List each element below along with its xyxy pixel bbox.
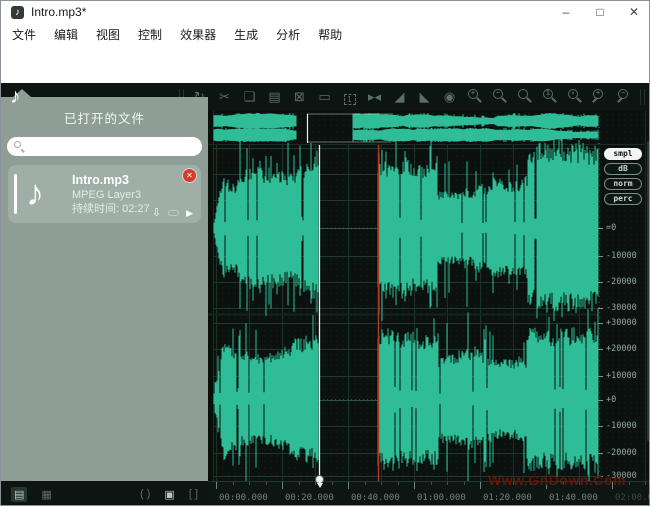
- ruler-label: 01:00.000: [417, 493, 466, 503]
- waveform-panel: smpl dB norm perc =0 -10000 -20000 -30000 +3000…: [208, 111, 650, 506]
- file-play-button[interactable]: ▶: [186, 208, 193, 219]
- vertical-zoom-out-icon[interactable]: −: [612, 89, 637, 105]
- axis-tick: [598, 256, 603, 257]
- zoom-original-icon[interactable]: 1: [537, 89, 562, 105]
- axis-tick: [598, 349, 603, 350]
- file-save-icon[interactable]: ⇩: [152, 207, 161, 219]
- ruler-label: 01:40.000: [549, 493, 598, 503]
- scale-button-norm[interactable]: norm: [604, 178, 642, 190]
- app-note-icon: ♪: [11, 6, 24, 19]
- axis-label: +10000: [606, 371, 637, 381]
- ruler-tick: [282, 482, 283, 489]
- axis-tick: [598, 453, 603, 454]
- file-name: Intro.mp3: [72, 173, 193, 188]
- axis-label: +20000: [606, 344, 637, 354]
- axis-tick: [598, 426, 603, 427]
- ruler-tick: [216, 482, 217, 489]
- file-list-view-icon[interactable]: ▤: [11, 487, 27, 502]
- menu-bar: 文件编辑视图控制效果器生成分析帮助: [1, 23, 650, 45]
- window-title: Intro.mp3*: [31, 5, 86, 19]
- transport-toolbar: 44.1 kHz stereo -0000:00:54.460 ◄◄►►↺↻●→…: [1, 45, 650, 83]
- overview-panel-icon[interactable]: ▣: [164, 488, 174, 501]
- vertical-scrollbar[interactable]: [645, 111, 650, 481]
- axis-label: -30000: [606, 303, 637, 313]
- sidebar-tab-note-icon[interactable]: ♪: [10, 85, 21, 109]
- menu-item-0[interactable]: 文件: [3, 24, 45, 45]
- file-sidebar: 已打开的文件 ♪ Intro.mp3 MPEG Layer3 持续时间: 02:…: [1, 97, 208, 481]
- ruler-label: 02:00.000: [615, 493, 650, 503]
- paste-icon[interactable]: ▤: [262, 89, 287, 105]
- minimize-button[interactable]: –: [549, 5, 583, 19]
- ruler-label: 00:20.000: [285, 493, 334, 503]
- search-icon: [14, 141, 25, 152]
- loop-region-icon[interactable]: ( ): [140, 488, 150, 500]
- fade-out-icon[interactable]: ◣: [412, 89, 437, 105]
- insert-marker-icon[interactable]: ▸◂: [362, 89, 387, 105]
- menu-item-5[interactable]: 生成: [225, 24, 267, 45]
- menu-item-1[interactable]: 编辑: [45, 24, 87, 45]
- waveform-display[interactable]: [208, 111, 650, 481]
- application-window: ♪ Intro.mp3* – □ ✕ 文件编辑视图控制效果器生成分析帮助 44.…: [0, 0, 650, 506]
- ruler-tick: [414, 482, 415, 489]
- ruler-label: 00:00.000: [219, 493, 268, 503]
- menu-item-4[interactable]: 效果器: [171, 24, 225, 45]
- selection-panel-icon[interactable]: [ ]: [189, 488, 198, 500]
- axis-tick: [598, 376, 603, 377]
- scale-button-smpl[interactable]: smpl: [604, 148, 642, 160]
- ruler-label: 00:40.000: [351, 493, 400, 503]
- file-close-button[interactable]: ✕: [183, 169, 196, 182]
- ruler-tick: [348, 482, 349, 489]
- toolbar-separator: [640, 89, 645, 105]
- zoom-in-icon[interactable]: +: [462, 89, 487, 105]
- fade-in-icon[interactable]: ◢: [387, 89, 412, 105]
- ruler-label: 01:20.000: [483, 493, 532, 503]
- gain-icon[interactable]: ◉: [437, 89, 462, 105]
- axis-label: -20000: [606, 277, 637, 287]
- file-format: MPEG Layer3: [72, 188, 193, 202]
- zoom-out-icon[interactable]: −: [487, 89, 512, 105]
- axis-label: =0: [606, 223, 616, 233]
- file-note-icon: ♪: [26, 173, 44, 213]
- axis-label: +30000: [606, 318, 637, 328]
- close-button[interactable]: ✕: [617, 5, 650, 19]
- maximize-button[interactable]: □: [583, 5, 617, 19]
- sidebar-header: 已打开的文件: [1, 108, 208, 127]
- scale-mode-buttons: smpl dB norm perc: [604, 145, 644, 208]
- zoom-icon[interactable]: [512, 89, 537, 105]
- scale-button-perc[interactable]: perc: [604, 193, 642, 205]
- trim-icon[interactable]: ▭: [312, 89, 337, 105]
- menu-item-6[interactable]: 分析: [267, 24, 309, 45]
- axis-label: -10000: [606, 251, 637, 261]
- file-disc-icon: [168, 210, 179, 216]
- playhead-pin[interactable]: [315, 475, 324, 484]
- title-bar: ♪ Intro.mp3* – □ ✕: [1, 1, 650, 23]
- search-box[interactable]: [7, 137, 202, 156]
- axis-tick: [598, 308, 603, 309]
- watermark-text: Www.GnDown.Com: [488, 472, 626, 488]
- axis-label: -10000: [606, 421, 637, 431]
- axis-tick: [598, 282, 603, 283]
- selected-indicator: [14, 174, 17, 214]
- menu-item-7[interactable]: 帮助: [309, 24, 351, 45]
- thumbnails-view-icon[interactable]: ▦: [41, 488, 51, 501]
- selection-duration-icon[interactable]: 1: [337, 90, 362, 105]
- delete-icon[interactable]: ⊠: [287, 89, 312, 105]
- cut-icon[interactable]: ✂: [212, 89, 237, 105]
- menu-item-2[interactable]: 视图: [87, 24, 129, 45]
- axis-tick: [598, 400, 603, 401]
- scale-button-dB[interactable]: dB: [604, 163, 642, 175]
- vertical-zoom-in-icon[interactable]: +: [587, 89, 612, 105]
- file-card[interactable]: ♪ Intro.mp3 MPEG Layer3 持续时间: 02:27 ✕ ⇩ …: [8, 165, 201, 223]
- copy-icon[interactable]: ❏: [237, 89, 262, 105]
- zoom-selection-icon[interactable]: ▪: [562, 89, 587, 105]
- ruler-tick: [480, 482, 481, 489]
- search-input[interactable]: [29, 141, 195, 153]
- axis-label: -20000: [606, 448, 637, 458]
- axis-tick: [598, 228, 603, 229]
- axis-tick: [598, 323, 603, 324]
- status-bar: ▤ ▦ ( ) ▣ [ ]: [1, 481, 208, 506]
- axis-label: +0: [606, 395, 616, 405]
- menu-item-3[interactable]: 控制: [129, 24, 171, 45]
